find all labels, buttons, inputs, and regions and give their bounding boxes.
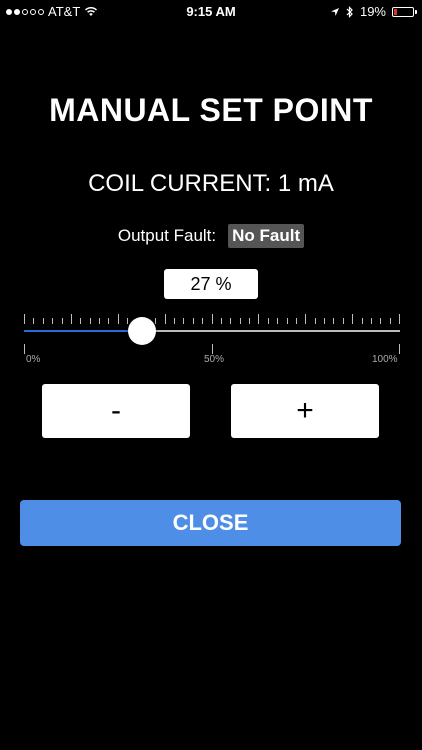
slider-tick [287, 318, 288, 324]
slider-tick [221, 318, 222, 324]
fault-status-badge: No Fault [228, 224, 305, 248]
coil-current-readout: COIL CURRENT: 1 mA [88, 170, 334, 197]
slider-tick [268, 318, 269, 324]
setpoint-slider[interactable]: 0% 50% 100% [24, 310, 400, 370]
slider-tick [343, 318, 344, 324]
slider-tick [43, 318, 44, 324]
status-right: 19% [330, 4, 417, 19]
slider-tick [108, 318, 109, 324]
fault-label: Output Fault: [117, 226, 217, 245]
decrement-button[interactable]: - [42, 384, 190, 438]
slider-tick [24, 314, 25, 324]
battery-percent: 19% [359, 4, 386, 19]
scale-label-mid: 50% [204, 354, 225, 365]
slider-tick [380, 318, 381, 324]
scale-mark-max [399, 344, 400, 354]
slider-tick [99, 318, 100, 324]
bluetooth-icon [346, 5, 353, 18]
scale-label-min: 0% [26, 354, 41, 365]
slider-tick [390, 318, 391, 324]
slider-tick [371, 318, 372, 324]
setpoint-value-display: 27 % [164, 269, 258, 299]
slider-tick [296, 318, 297, 324]
slider-tick [305, 314, 306, 324]
scale-mark-min [24, 344, 25, 354]
slider-tick [183, 318, 184, 324]
slider-tick [362, 318, 363, 324]
slider-tick [90, 318, 91, 324]
slider-tick [352, 314, 353, 324]
slider-tick [202, 318, 203, 324]
slider-tick [193, 318, 194, 324]
slider-tick [212, 314, 213, 324]
slider-tick [240, 318, 241, 324]
slider-ticks [24, 314, 400, 324]
battery-icon [392, 6, 417, 17]
slider-tick [71, 314, 72, 324]
slider-tick [33, 318, 34, 324]
slider-tick [174, 318, 175, 324]
location-arrow-icon [330, 7, 339, 16]
slider-tick [258, 314, 259, 324]
slider-tick [324, 318, 325, 324]
slider-tick [399, 314, 400, 324]
status-bar: AT&T 9:15 AM 19% [0, 0, 422, 24]
scale-mark-mid [212, 344, 213, 354]
scale-label-max: 100% [372, 354, 398, 365]
slider-thumb[interactable] [128, 317, 156, 345]
slider-tick [249, 318, 250, 324]
slider-tick [315, 318, 316, 324]
slider-tick [118, 314, 119, 324]
slider-tick [80, 318, 81, 324]
slider-tick [155, 318, 156, 324]
increment-button[interactable]: + [231, 384, 379, 438]
slider-tick [62, 318, 63, 324]
slider-tick [230, 318, 231, 324]
slider-tick [127, 318, 128, 324]
close-button[interactable]: CLOSE [20, 500, 401, 546]
slider-tick [165, 314, 166, 324]
slider-track-fill [24, 330, 142, 332]
fault-row: Output Fault: No Fault [0, 224, 422, 248]
page-title: MANUAL SET POINT [49, 92, 373, 128]
slider-tick [333, 318, 334, 324]
slider-tick [277, 318, 278, 324]
slider-tick [52, 318, 53, 324]
